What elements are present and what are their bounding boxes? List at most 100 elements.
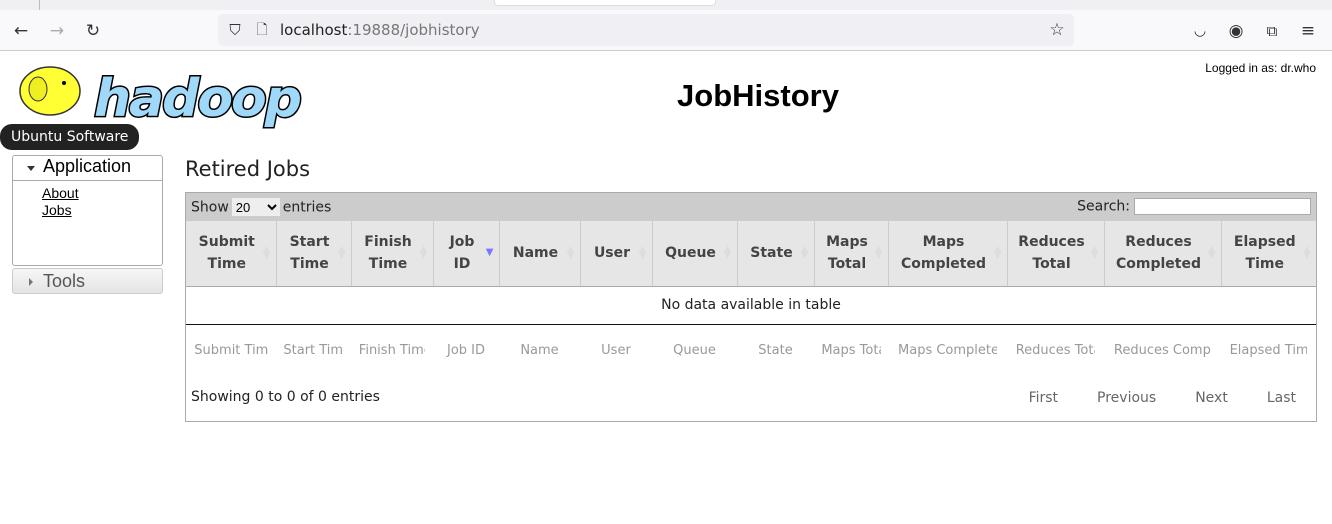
column-filter-input[interactable] — [437, 342, 495, 360]
column-header-line: Time — [207, 256, 246, 273]
column-header[interactable]: Maps Completed ▲ ▼ — [888, 221, 1008, 287]
column-filter-input[interactable] — [281, 342, 346, 360]
page-length-select[interactable]: 20 — [231, 198, 280, 216]
reload-icon[interactable]: ↻ — [82, 20, 104, 42]
column-filter-input[interactable] — [1013, 342, 1098, 360]
column-header-line: Maps — [826, 234, 868, 251]
column-header-line: Job — [449, 234, 475, 251]
browser-toolbar: ← → ↻ ⛉ 🗋 localhost:19888/jobhistory ☆ ◡… — [0, 10, 1332, 51]
column-filter-input[interactable] — [657, 342, 732, 360]
search-label: Search: — [1077, 198, 1130, 215]
column-header-line: Start — [289, 234, 330, 251]
column-header-line: Reduces — [1018, 234, 1085, 251]
column-header[interactable]: Queue ▲ ▼ — [652, 221, 738, 287]
empty-message: No data available in table — [186, 286, 1316, 325]
active-tab[interactable] — [494, 0, 716, 6]
page-icon[interactable]: 🗋 — [251, 19, 273, 41]
back-icon[interactable]: ← — [10, 20, 32, 42]
tab-strip — [0, 0, 1332, 10]
application-menu: Application About Jobs — [12, 155, 163, 266]
show-label: Show — [191, 199, 229, 216]
tools-header[interactable]: Tools — [12, 268, 163, 294]
column-header-line: ID — [453, 256, 471, 273]
column-header[interactable]: Finish Time ▲ ▼ — [351, 221, 434, 287]
sort-icon: ▲ ▼ — [1303, 244, 1311, 261]
column-header-line: Completed — [900, 256, 986, 273]
column-header-line: Reduces — [1125, 234, 1192, 251]
column-header-line: Name — [512, 245, 559, 262]
column-header-line: User — [593, 245, 631, 262]
column-header[interactable]: Elapsed Time ▲ ▼ — [1221, 221, 1316, 287]
sort-icon: ▲ ▼ — [419, 244, 428, 261]
column-header-line: Maps — [922, 234, 965, 251]
jobs-table: Submit Time ▲ ▼ Start Time ▲ ▼ Finish Time ▲ ▼ Job ID… — [186, 221, 1316, 377]
column-header-line: Total — [827, 256, 867, 273]
column-header[interactable]: State ▲ ▼ — [737, 221, 815, 287]
column-header[interactable]: Job ID ▼ — [433, 221, 500, 287]
column-header[interactable]: Maps Total ▲ ▼ — [814, 221, 889, 287]
url-host: localhost — [280, 21, 348, 39]
forward-icon[interactable]: → — [46, 20, 68, 42]
column-header[interactable]: Reduces Total ▲ ▼ — [1007, 221, 1105, 287]
sort-icon: ▲ ▼ — [1090, 244, 1099, 261]
tooltip: Ubuntu Software — [0, 124, 140, 150]
sort-desc-icon: ▼ — [485, 247, 494, 258]
column-header[interactable]: User ▲ ▼ — [580, 221, 653, 287]
previous-button[interactable]: Previous — [1097, 390, 1156, 406]
sort-icon: ▲ ▼ — [337, 244, 346, 261]
star-icon[interactable]: ☆ — [1046, 19, 1068, 41]
column-filter-input[interactable] — [192, 342, 270, 360]
sort-icon: ▲ ▼ — [874, 244, 883, 261]
page-title: JobHistory — [677, 78, 839, 113]
column-header-line: Time — [1245, 256, 1284, 273]
application-header[interactable]: Application — [13, 156, 162, 181]
sort-icon: ▲ ▼ — [1207, 244, 1216, 261]
search-input[interactable] — [1134, 198, 1311, 215]
column-header-line: Finish — [364, 234, 412, 251]
sort-icon: ▲ ▼ — [262, 244, 271, 261]
column-header-line: Time — [368, 256, 408, 273]
column-filter-input[interactable] — [356, 342, 428, 360]
column-filter-input[interactable] — [1227, 342, 1310, 360]
sort-icon: ▲ ▼ — [723, 244, 732, 261]
logged-in-user: Logged in as: dr.who — [1205, 61, 1316, 75]
address-bar[interactable]: ⛉ 🗋 localhost:19888/jobhistory ☆ — [218, 14, 1074, 46]
column-header-line: Completed — [1115, 256, 1201, 273]
column-header-line: State — [750, 245, 793, 262]
column-header-line: Time — [290, 256, 329, 273]
menu-icon[interactable]: ≡ — [1297, 20, 1319, 42]
first-button[interactable]: First — [1029, 390, 1058, 406]
url-path: :19888/jobhistory — [347, 21, 480, 39]
column-header[interactable]: Name ▲ ▼ — [499, 221, 581, 287]
shield-icon[interactable]: ⛉ — [224, 19, 246, 41]
last-button[interactable]: Last — [1267, 390, 1296, 406]
next-button[interactable]: Next — [1195, 390, 1228, 406]
section-title: Retired Jobs — [185, 157, 311, 181]
table-info: Showing 0 to 0 of 0 entries — [191, 389, 380, 405]
sort-icon: ▲ ▼ — [800, 244, 809, 261]
sort-icon: ▲ ▼ — [566, 244, 575, 261]
column-filter-input[interactable] — [585, 342, 647, 360]
column-filter-input[interactable] — [819, 342, 883, 360]
about-link[interactable]: About — [42, 185, 162, 202]
entries-label: entries — [282, 199, 332, 216]
sort-icon: ▲ ▼ — [993, 244, 1002, 261]
column-header-line: Total — [1032, 256, 1071, 273]
account-icon[interactable]: ◉ — [1225, 20, 1247, 42]
column-header[interactable]: Reduces Completed ▲ ▼ — [1104, 221, 1222, 287]
jobs-link[interactable]: Jobs — [42, 202, 162, 219]
column-header-line: Elapsed — [1233, 234, 1296, 251]
extensions-icon[interactable]: ⧉ — [1261, 20, 1283, 42]
column-header[interactable]: Submit Time ▲ ▼ — [186, 221, 277, 287]
sort-icon: ▲ ▼ — [638, 244, 647, 261]
column-filter-input[interactable] — [896, 342, 999, 360]
column-header-line: Submit — [198, 234, 255, 251]
column-filter-input[interactable] — [742, 342, 809, 360]
column-header[interactable]: Start Time ▲ ▼ — [276, 221, 352, 287]
pocket-icon[interactable]: ◡ — [1189, 20, 1211, 42]
column-filter-input[interactable] — [504, 342, 575, 360]
pagination: First Previous Next Last — [990, 390, 1296, 406]
jobs-table-wrapper: Show 20 entries Search: Submit Time ▲ ▼ Start T… — [185, 192, 1317, 422]
column-filter-input[interactable] — [1111, 342, 1214, 360]
column-header-line: Queue — [665, 245, 716, 262]
